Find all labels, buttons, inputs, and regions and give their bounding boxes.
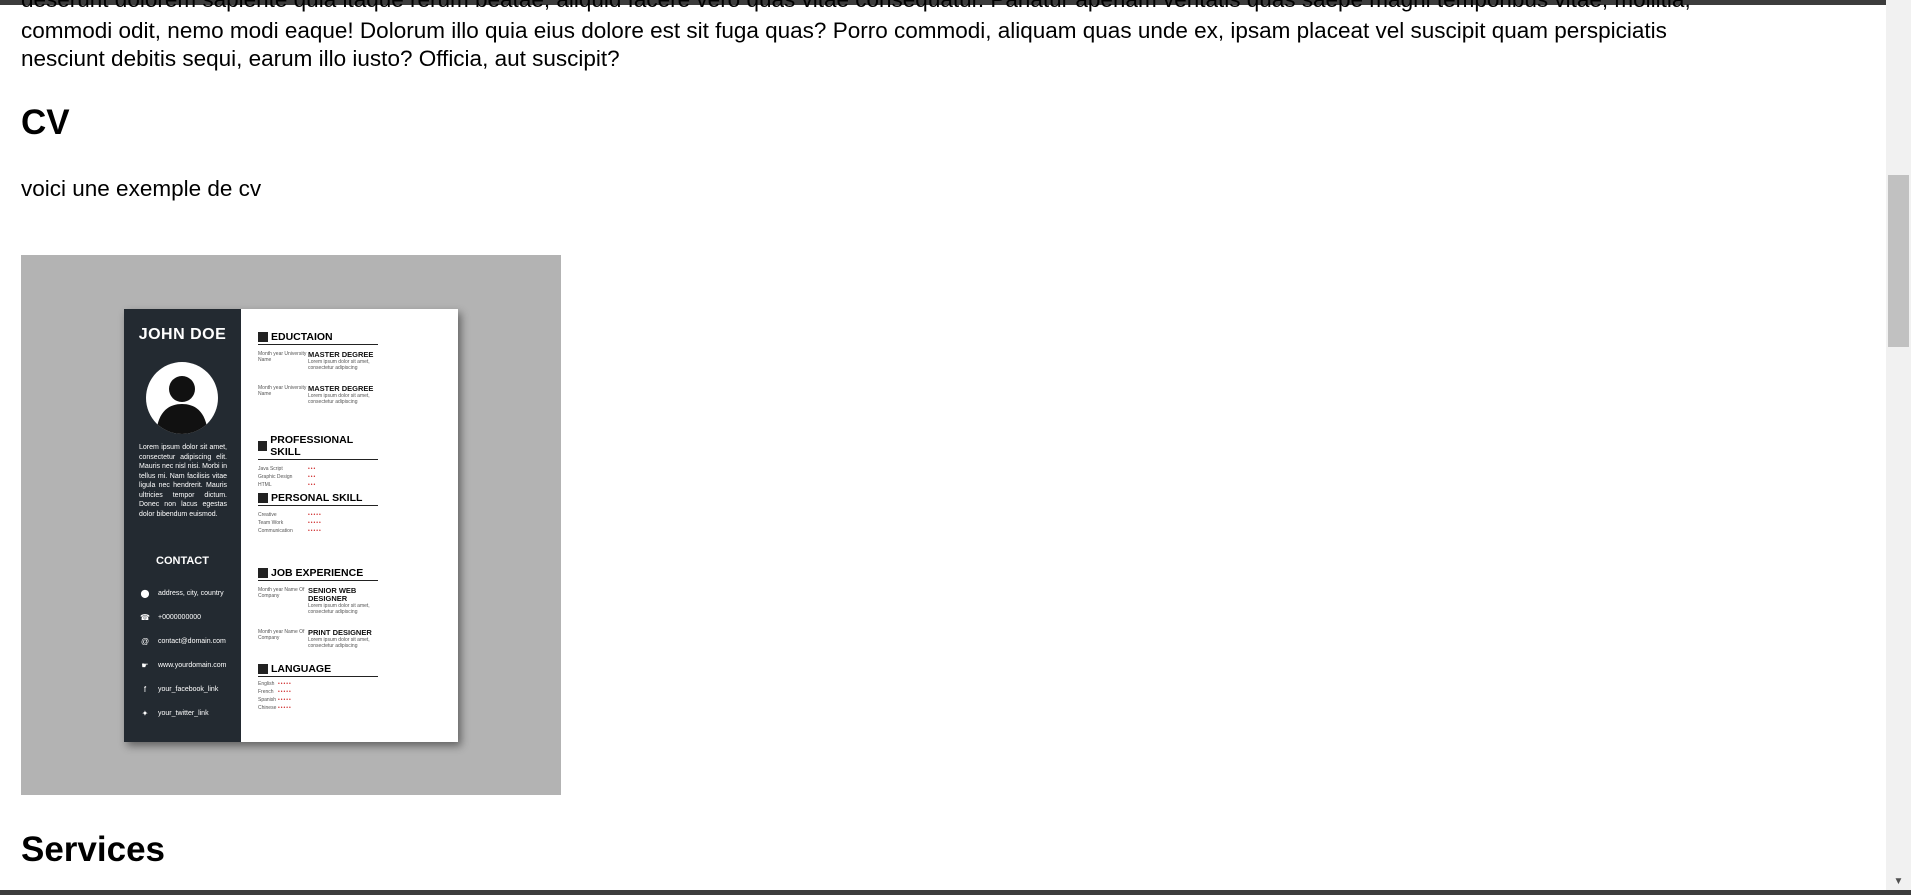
skill-icon bbox=[258, 441, 268, 451]
scroll-down-arrow-icon[interactable]: ▼ bbox=[1886, 874, 1911, 890]
cv-education-section: EDUCTAION Month year University Name MAST… bbox=[258, 331, 378, 405]
avatar-icon bbox=[146, 362, 218, 434]
education-icon bbox=[258, 332, 268, 342]
cv-professional-skill-section: PROFESSIONAL SKILL Java Script ••• Graphi… bbox=[258, 434, 378, 489]
cv-contact-item: @ contact@domain.com bbox=[138, 629, 238, 653]
twitter-icon: ✦ bbox=[141, 708, 149, 718]
vertical-scrollbar[interactable] bbox=[1886, 0, 1911, 895]
cv-skill-row: Creative ••••• bbox=[258, 512, 322, 518]
cv-skill-row: HTML ••• bbox=[258, 482, 317, 488]
cv-personal-skill-section: PERSONAL SKILL Creative ••••• Team Work ••… bbox=[258, 492, 378, 535]
cv-job-experience-section: JOB EXPERIENCE Month year Name Of Compan… bbox=[258, 567, 378, 649]
job-icon bbox=[258, 568, 268, 578]
cv-contact-title: CONTACT bbox=[156, 555, 209, 567]
cv-contact-text: your_twitter_link bbox=[158, 709, 209, 717]
cv-entry: Month year Name Of Company SENIOR WEB DES… bbox=[258, 586, 370, 616]
cv-skill-row: Java Script ••• bbox=[258, 466, 317, 472]
cv-contact-item: ✦ your_twitter_link bbox=[138, 701, 238, 725]
cv-entry: Month year University Name MASTER DEGREE L… bbox=[258, 384, 374, 406]
cv-language-row: English ••••• bbox=[258, 681, 292, 687]
cv-entry: Month year Name Of Company PRINT DESIGNER… bbox=[258, 628, 372, 650]
cv-contact-text: www.yourdomain.com bbox=[158, 661, 227, 669]
cv-contact-text: contact@domain.com bbox=[158, 637, 226, 645]
email-icon: @ bbox=[140, 636, 150, 646]
cv-skill-row: Communication ••••• bbox=[258, 528, 322, 534]
cv-name: JOHN DOE bbox=[138, 326, 227, 343]
cv-language-section: LANGUAGE English ••••• French ••••• Spanis… bbox=[258, 663, 378, 712]
scrollbar-thumb[interactable] bbox=[1888, 175, 1909, 347]
cv-main-column: EDUCTAION Month year University Name MAST… bbox=[241, 309, 458, 742]
location-icon: ⬤ bbox=[140, 588, 150, 598]
cv-section-title: EDUCTAION bbox=[271, 331, 333, 343]
cv-contact-item: f your_facebook_link bbox=[138, 677, 238, 701]
cv-contact-text: address, city, country bbox=[158, 589, 224, 597]
facebook-icon: f bbox=[143, 684, 147, 694]
cv-image: JOHN DOE Lorem ipsum dolor sit amet, con… bbox=[21, 255, 561, 795]
cv-skill-row: Graphic Design ••• bbox=[258, 474, 317, 480]
cv-language-row: Spanish ••••• bbox=[258, 697, 292, 703]
language-icon bbox=[258, 664, 268, 674]
personal-icon bbox=[258, 493, 268, 503]
cv-entry: Month year University Name MASTER DEGREE L… bbox=[258, 350, 374, 372]
lorem-paragraph-line: nesciunt debitis sequi, earum illo iusto… bbox=[21, 46, 620, 71]
window-bottom-edge bbox=[0, 890, 1911, 895]
cv-contact-text: +0000000000 bbox=[158, 613, 202, 621]
cv-section-title: PERSONAL SKILL bbox=[271, 492, 363, 504]
cv-heading: CV bbox=[21, 103, 70, 142]
cv-contact-item: ☛ www.yourdomain.com bbox=[138, 653, 238, 677]
cv-contact-item: ☎ +0000000000 bbox=[138, 605, 238, 629]
lorem-paragraph-line: commodi odit, nemo modi eaque! Dolorum i… bbox=[21, 18, 1667, 43]
cv-skill-row: Team Work ••••• bbox=[258, 520, 322, 526]
cv-sidebar: JOHN DOE Lorem ipsum dolor sit amet, con… bbox=[124, 309, 241, 742]
cv-section-title: PROFESSIONAL SKILL bbox=[270, 434, 353, 458]
cv-contact-list: ⬤ address, city, country ☎ +0000000000 @ co… bbox=[138, 581, 238, 725]
phone-icon: ☎ bbox=[140, 612, 150, 622]
cv-contact-text: your_facebook_link bbox=[158, 685, 219, 693]
cv-bio: Lorem ipsum dolor sit amet, consectetur … bbox=[139, 444, 227, 518]
cv-language-row: French ••••• bbox=[258, 689, 292, 695]
web-icon: ☛ bbox=[141, 660, 149, 670]
cv-section-title: JOB EXPERIENCE bbox=[271, 567, 364, 579]
cv-intro-text: voici une exemple de cv bbox=[21, 176, 262, 201]
lorem-paragraph-line: deserunt dolorem sapiente quia itaque re… bbox=[21, 0, 1821, 14]
cv-contact-item: ⬤ address, city, country bbox=[138, 581, 238, 605]
cv-document: JOHN DOE Lorem ipsum dolor sit amet, con… bbox=[124, 309, 458, 742]
cv-language-row: Chinese ••••• bbox=[258, 705, 292, 711]
cv-section-title: LANGUAGE bbox=[271, 663, 332, 675]
services-heading: Services bbox=[21, 830, 166, 869]
